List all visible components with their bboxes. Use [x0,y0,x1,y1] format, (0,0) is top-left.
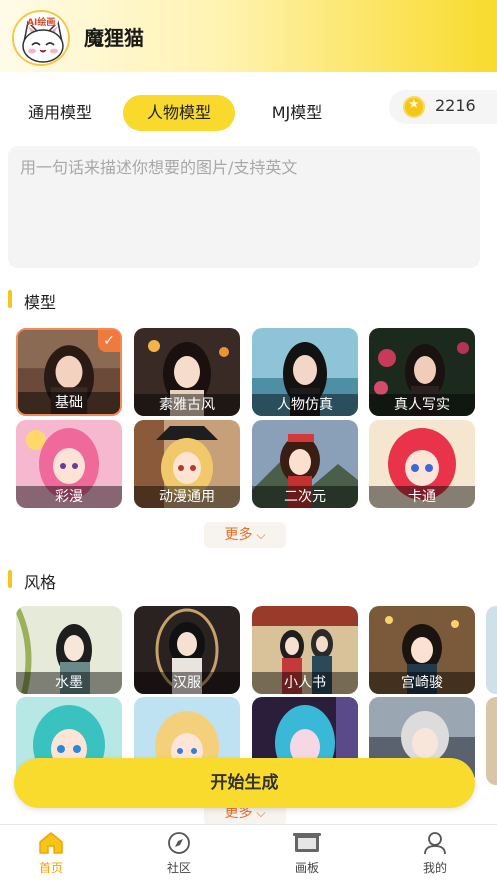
styles-section-title: 风格 [8,569,56,593]
model-card-color-comic[interactable]: 彩漫 [16,420,122,508]
style-card-label: 汉服 [134,672,240,694]
user-icon [424,832,446,855]
model-card-realistic-character[interactable]: 人物仿真 [252,328,358,416]
portrait-thumbnail [486,606,497,694]
app-header: AI绘画 魔狸猫 [0,0,497,72]
model-card-label: 素雅古风 [134,394,240,416]
tab-general-model[interactable]: 通用模型 [14,95,106,131]
model-card-basic[interactable]: 基础 ✓ [16,328,122,416]
nav-item-canvas[interactable]: 画板 [267,831,347,876]
tab-character-model[interactable]: 人物模型 [123,95,235,131]
model-card-label: 彩漫 [16,486,122,508]
home-icon [39,832,63,854]
bottom-navigation: 首页 社区 画板 我的 [0,824,497,883]
app-logo: AI绘画 [12,10,70,66]
model-card-label: 基础 [18,392,120,414]
nav-item-community[interactable]: 社区 [139,831,219,876]
style-card-label: 水墨 [16,672,122,694]
model-card-real-person[interactable]: 真人写实 [369,328,475,416]
model-card-label: 二次元 [252,486,358,508]
style-card-partial-2[interactable] [486,697,497,785]
style-card-miyazaki[interactable]: 宫崎骏 [369,606,475,694]
model-card-label: 卡通 [369,486,475,508]
chevron-down-icon: ⌵ [252,806,266,820]
model-card-elegant-ancient[interactable]: 素雅古风 [134,328,240,416]
logo-text: AI绘画 [27,18,56,28]
style-card-ink-wash[interactable]: 水墨 [16,606,122,694]
models-more-button[interactable]: 更多 ⌵ [204,522,286,548]
portrait-thumbnail [486,697,497,785]
nav-label-community: 社区 [166,861,191,875]
style-card-partial[interactable] [486,606,497,694]
start-generate-button[interactable]: 开始生成 [14,758,475,808]
model-card-anime-general[interactable]: 动漫通用 [134,420,240,508]
canvas-board-icon [293,833,321,852]
app-title: 魔狸猫 [84,26,144,50]
nav-item-home[interactable]: 首页 [11,831,91,876]
model-card-cartoon[interactable]: 卡通 [369,420,475,508]
coin-icon [403,96,425,118]
coin-balance[interactable]: 2216 [389,90,497,124]
nav-label-mine: 我的 [422,861,447,875]
model-card-label: 动漫通用 [134,486,240,508]
more-label: 更多 [224,527,253,543]
style-card-label: 宫崎骏 [369,672,475,694]
model-card-label: 人物仿真 [252,394,358,416]
coin-count: 2216 [435,96,476,115]
nav-item-mine[interactable]: 我的 [395,831,475,876]
models-section-title: 模型 [8,289,56,313]
model-card-2d[interactable]: 二次元 [252,420,358,508]
nav-label-canvas: 画板 [294,861,319,875]
style-card-label: 小人书 [252,672,358,694]
style-card-hanfu[interactable]: 汉服 [134,606,240,694]
chevron-down-icon: ⌵ [252,528,266,542]
style-card-picture-book[interactable]: 小人书 [252,606,358,694]
prompt-input[interactable] [8,146,480,268]
tab-mj-model[interactable]: MJ模型 [252,95,342,131]
compass-icon [168,832,190,854]
model-card-label: 真人写实 [369,394,475,416]
check-icon: ✓ [98,330,120,352]
nav-label-home: 首页 [38,861,63,875]
